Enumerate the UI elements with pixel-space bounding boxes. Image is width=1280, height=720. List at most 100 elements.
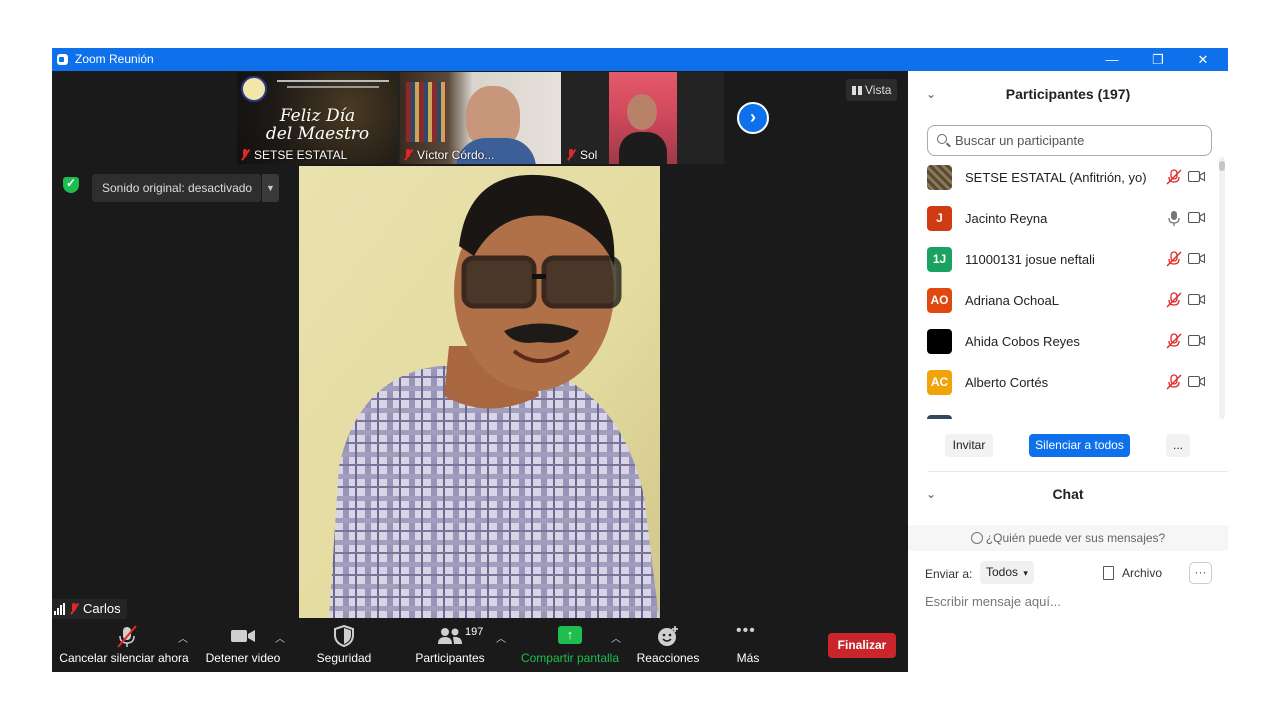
participants-scrollbar[interactable] (1219, 157, 1225, 419)
mic-muted-icon[interactable] (1166, 251, 1182, 267)
title-bar: Zoom Reunión — ❐ ✕ (52, 48, 1228, 71)
thumbnail-sol[interactable]: Sol (563, 72, 724, 164)
participant-name: Adriana OchoaL (965, 293, 1059, 308)
participant-row[interactable]: 1J 11000131 josue neftali (908, 239, 1220, 280)
participants-button[interactable]: 197 Participantes (410, 620, 490, 672)
participant-search-input[interactable]: Buscar un participante (927, 125, 1212, 156)
participant-row[interactable]: AC Alberto Cortés (908, 362, 1220, 403)
participant-name: 11000131 josue neftali (965, 252, 1095, 267)
audio-options-caret[interactable]: ︿ (178, 630, 188, 645)
participants-title: Participantes (197) (1005, 86, 1131, 102)
share-options-caret[interactable]: ︿ (611, 630, 621, 645)
bookshelf (406, 82, 446, 142)
video-off-icon[interactable] (1188, 212, 1205, 223)
video-options-caret[interactable]: ︿ (275, 630, 285, 645)
file-icon (1103, 566, 1114, 580)
who-can-see-link[interactable]: ¿Quién puede ver sus mensajes? (908, 525, 1228, 551)
avatar: J (927, 206, 952, 231)
mic-muted-icon[interactable] (1166, 333, 1182, 349)
more-dots-icon: ••• (736, 622, 756, 639)
stop-video-button[interactable]: Detener video (202, 620, 284, 672)
window-title: Zoom Reunión (75, 52, 154, 66)
banner-line (277, 80, 389, 82)
more-label: Más (736, 651, 760, 665)
speaker-video-frame (299, 166, 660, 618)
section-divider (928, 471, 1228, 472)
view-button[interactable]: Vista (846, 79, 898, 101)
thumbnail-label: Sol (566, 148, 597, 162)
unmute-button[interactable]: Cancelar silenciar ahora (56, 620, 192, 672)
meeting-toolbar: Cancelar silenciar ahora ︿ Detener video… (52, 620, 908, 672)
person-icon (970, 532, 983, 544)
original-sound-button[interactable]: Sonido original: desactivado (92, 174, 261, 202)
more-button[interactable]: ••• Más (728, 620, 768, 672)
chat-title: Chat (1052, 486, 1084, 502)
video-off-icon[interactable] (1188, 376, 1205, 387)
who-can-see-text: ¿Quién puede ver sus mensajes? (985, 531, 1166, 545)
send-to-value: Todos (986, 565, 1019, 579)
original-sound-dropdown[interactable]: ▼ (261, 174, 279, 202)
invite-button[interactable]: Invitar (945, 434, 993, 457)
side-panel: ⌄ Participantes (197) Buscar un particip… (908, 71, 1228, 672)
caret-down-icon: ▼ (266, 183, 275, 193)
reactions-button[interactable]: Reacciones (634, 620, 702, 672)
smiley-icon (658, 626, 678, 646)
mic-muted-icon[interactable] (1166, 169, 1182, 185)
thumbnail-name: Víctor Córdo... (417, 148, 495, 162)
mic-icon[interactable] (1166, 210, 1182, 226)
avatar: AO (927, 288, 952, 313)
file-button[interactable]: Archivo (1103, 566, 1162, 580)
end-meeting-button[interactable]: Finalizar (828, 633, 896, 658)
share-screen-button[interactable]: ↑ Compartir pantalla (518, 620, 622, 672)
restore-button[interactable]: ❐ (1135, 48, 1181, 71)
share-screen-label: Compartir pantalla (520, 651, 620, 665)
view-button-label: Vista (865, 83, 892, 97)
banner-title: Feliz Día (279, 106, 356, 126)
video-off-icon[interactable] (1188, 335, 1205, 346)
participant-name: Alberto Cortés (965, 375, 1049, 390)
participant-shirt (619, 132, 667, 164)
video-camera-icon (231, 630, 255, 642)
stop-video-label: Detener video (205, 651, 281, 665)
mic-muted-icon (69, 603, 79, 615)
participants-options-caret[interactable]: ︿ (496, 630, 506, 645)
glasses-left (461, 255, 537, 309)
avatar (927, 329, 952, 354)
next-page-button[interactable]: › (737, 102, 769, 134)
thumbnail-victor[interactable]: Víctor Córdo... (400, 72, 561, 164)
thumbnail-name: SETSE ESTATAL (254, 148, 348, 162)
video-off-icon[interactable] (1188, 253, 1205, 264)
participants-header: ⌄ Participantes (197) (908, 71, 1228, 115)
mic-muted-icon (117, 625, 137, 648)
security-button[interactable]: Seguridad (308, 620, 380, 672)
video-off-icon[interactable] (1188, 294, 1205, 305)
chat-more-button[interactable]: ··· (1189, 562, 1212, 584)
close-button[interactable]: ✕ (1180, 48, 1226, 71)
mic-muted-icon[interactable] (1166, 292, 1182, 308)
mic-muted-icon (566, 149, 576, 161)
minimize-button[interactable]: — (1089, 48, 1135, 71)
more-options-button[interactable]: ... (1166, 434, 1190, 457)
chat-message-input[interactable]: Escribir mensaje aquí... (925, 594, 1215, 609)
glasses-right (541, 255, 622, 309)
encryption-shield-icon[interactable] (63, 176, 79, 193)
mute-all-button[interactable]: Silenciar a todos (1029, 434, 1130, 457)
participant-row[interactable]: AO Adriana OchoaL (908, 280, 1220, 321)
participant-row[interactable]: SETSE ESTATAL (Anfitrión, yo) (908, 157, 1220, 198)
participant-row[interactable]: Ahida Cobos Reyes (908, 321, 1220, 362)
video-off-icon[interactable] (1188, 171, 1205, 182)
unmute-label: Cancelar silenciar ahora (59, 651, 189, 665)
reactions-label: Reacciones (636, 651, 700, 665)
thumbnail-setse[interactable]: Feliz Día del Maestro SETSE ESTATAL (237, 72, 398, 164)
mic-muted-icon[interactable] (1166, 374, 1182, 390)
participant-row[interactable] (908, 403, 1220, 419)
meeting-stage: Feliz Día del Maestro SETSE ESTATAL Víct… (52, 71, 908, 672)
participant-face (627, 94, 657, 130)
participant-row[interactable]: J Jacinto Reyna (908, 198, 1220, 239)
send-to-dropdown[interactable]: Todos ▾ (980, 561, 1034, 584)
setse-logo-icon (241, 76, 267, 102)
file-label: Archivo (1122, 566, 1163, 580)
participant-name: Ahida Cobos Reyes (965, 334, 1080, 349)
participants-list: SETSE ESTATAL (Anfitrión, yo) J Jacinto … (908, 157, 1220, 419)
thumbnail-strip: Feliz Día del Maestro SETSE ESTATAL Víct… (237, 72, 724, 164)
